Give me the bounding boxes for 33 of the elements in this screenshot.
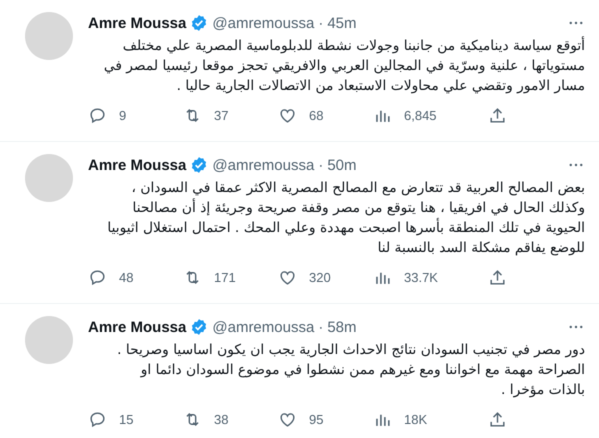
timestamp[interactable]: 58m bbox=[327, 318, 356, 336]
reply-count: 9 bbox=[119, 108, 126, 123]
share-icon[interactable] bbox=[488, 268, 507, 287]
reply-count: 48 bbox=[119, 270, 134, 285]
author-name[interactable]: Amre Moussa bbox=[88, 14, 186, 32]
retweet-count: 37 bbox=[214, 108, 228, 123]
author-handle[interactable]: @amremoussa bbox=[212, 318, 314, 336]
speech-bubble-icon[interactable] bbox=[88, 106, 107, 125]
author-name[interactable]: Amre Moussa bbox=[88, 156, 186, 174]
views-count: 33.7K bbox=[404, 270, 438, 285]
share-icon[interactable] bbox=[488, 410, 507, 429]
like-count: 320 bbox=[309, 270, 331, 285]
retweet-count: 171 bbox=[214, 270, 236, 285]
separator-dot: · bbox=[318, 14, 324, 32]
views-count: 6,845 bbox=[404, 108, 437, 123]
tweet-text: أتوقع سياسة ديناميكية من جانبنا وجولات نشطة للدبلوماسية المصرية علي مختلف مستوياتها ، علنية وسرّية في المجالين العربي والافريقي تحجز موقعا رئيسيا لمصر في مسار الامور وتقضي علي محاولات الاستبعاد من الاتصالات الجارية حاليا . bbox=[102, 36, 585, 96]
tweet-text: دور مصر في تجنيب السودان نتائج الاحداث الجارية يجب ان يكون اساسيا وصريحا . الصراحة مهمة مع اخواننا ومع غيرهم ممن نشطوا في موضوع السودان دائما او بالذات مؤخرا . bbox=[116, 341, 585, 400]
views-count: 18K bbox=[404, 412, 428, 427]
author-name[interactable]: Amre Moussa bbox=[88, 318, 186, 336]
author-handle[interactable]: @amremoussa bbox=[212, 14, 314, 32]
timestamp[interactable]: 45m bbox=[327, 14, 356, 32]
speech-bubble-icon[interactable] bbox=[88, 268, 107, 287]
retweet-count: 38 bbox=[214, 412, 228, 427]
separator-dot: · bbox=[318, 156, 324, 174]
reply-count: 15 bbox=[119, 412, 134, 427]
separator-dot: · bbox=[318, 318, 324, 336]
tweet-text: بعض المصالح العربية قد تتعارض مع المصالح المصرية الاكثر عمقا في السودان ، وكذلك الحال في افريقيا ، هنا يتوقع من مصر وقفة صريحة وجريئة إذ أن مصالحنا الحيوية في تلك المنطقة بأسرها اصبحت مهددة وعلي المحك . احتمال استغلال اثيوبيا للوضع يفاقم مشكلة السد بالنسبة لنا bbox=[106, 179, 585, 258]
author-handle[interactable]: @amremoussa bbox=[212, 156, 314, 174]
like-count: 95 bbox=[309, 412, 324, 427]
speech-bubble-icon[interactable] bbox=[88, 410, 107, 429]
timestamp[interactable]: 50m bbox=[327, 156, 356, 174]
like-count: 68 bbox=[309, 108, 324, 123]
share-icon[interactable] bbox=[488, 106, 507, 125]
